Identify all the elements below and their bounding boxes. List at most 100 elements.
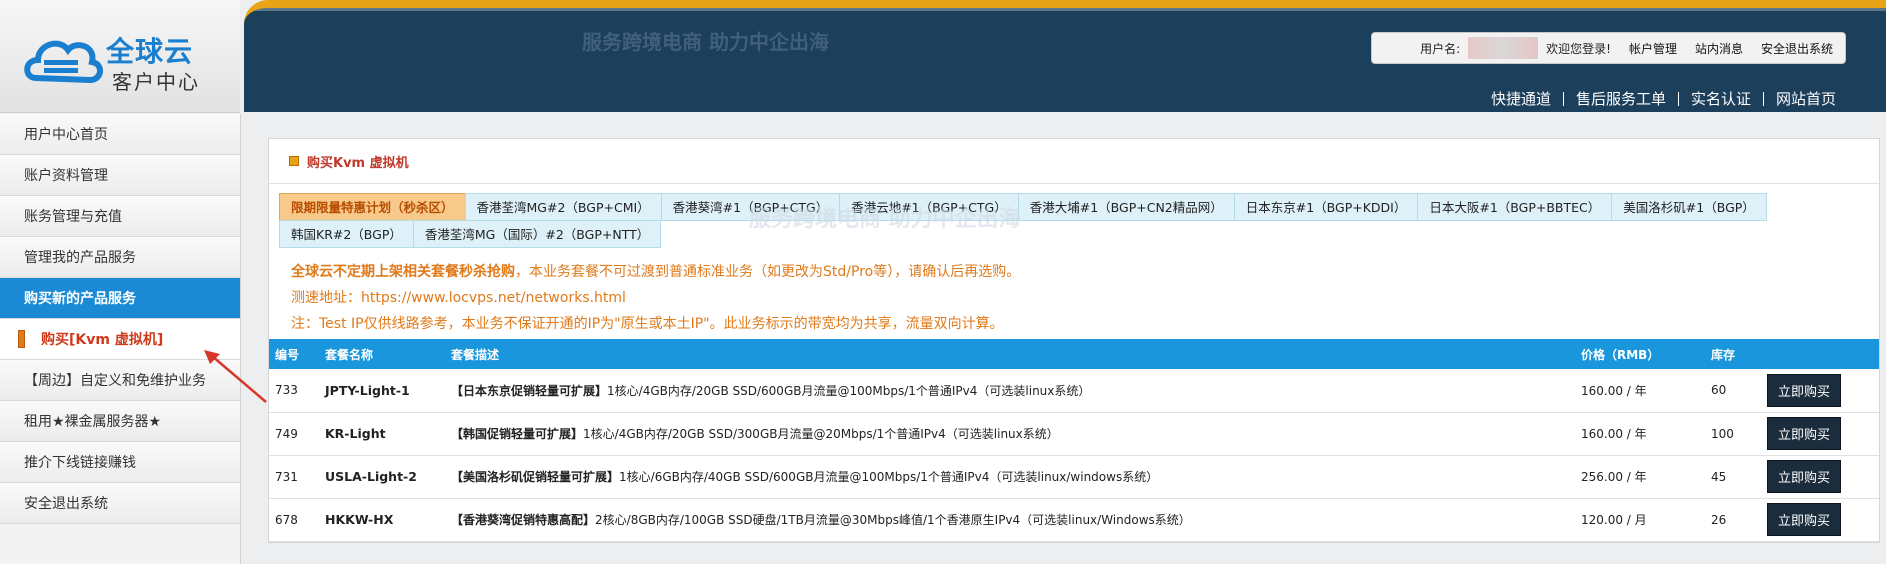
buy-now-button[interactable]: 立即购买 (1767, 460, 1842, 493)
tab-hk-yundi[interactable]: 香港云地#1（BGP+CTG） (839, 193, 1019, 221)
col-plan-name: 套餐名称 (325, 347, 374, 362)
nav-quick-access[interactable]: 快捷通道 (1479, 92, 1564, 107)
username-label: 用户名: (1420, 41, 1461, 56)
cell-description: 【日本东京促销轻量可扩展】1核心/4GB内存/20GB SSD/600GB月流量… (445, 369, 1575, 412)
desc-bold: 【日本东京促销轻量可扩展】 (451, 383, 608, 398)
cloud-logo-icon (24, 40, 103, 84)
sidebar-item-home[interactable]: 用户中心首页 (0, 114, 240, 155)
panel-title: 购买Kvm 虚拟机 (307, 155, 409, 171)
nav-service-ticket[interactable]: 售后服务工单 (1564, 92, 1679, 107)
tab-kr[interactable]: 韩国KR#2（BGP） (279, 220, 414, 248)
cell-id: 733 (275, 383, 298, 398)
buy-now-button[interactable]: 立即购买 (1767, 503, 1842, 536)
tab-flash-sale[interactable]: 限期限量特惠计划（秒杀区） (279, 193, 466, 221)
brand-name: 全球云 (106, 35, 194, 68)
nav-site-home[interactable]: 网站首页 (1764, 92, 1848, 107)
sidebar-item-account-info[interactable]: 账户资料管理 (0, 155, 240, 196)
plans-table: 编号 套餐名称 套餐描述 价格（RMB） 库存 733 JPTY-Light-1… (269, 339, 1879, 542)
tab-hk-kwai-wan[interactable]: 香港葵湾#1（BGP+CTG） (660, 193, 841, 221)
sidebar-item-buy-products[interactable]: 购买新的产品服务 (0, 278, 240, 319)
sidebar-item-referral[interactable]: 推介下线链接赚钱 (0, 442, 240, 483)
cell-description: 【美国洛杉矶促销轻量可扩展】1核心/6GB内存/40GB SSD/600GB月流… (445, 455, 1575, 498)
desc-bold: 【香港葵湾促销特惠高配】 (451, 513, 596, 527)
cell-plan-name: USLA-Light-2 (325, 469, 417, 484)
cell-price: 160.00 / 年 (1581, 383, 1647, 398)
table-row: 678 HKKW-HX 【香港葵湾促销特惠高配】2核心/8GB内存/100GB … (269, 498, 1879, 541)
speedtest-link[interactable]: 测速地址：https://www.locvps.net/networks.htm… (291, 285, 1020, 311)
note-line-3: 注：Test IP仅供线路参考，本业务不保证开通的IP为"原生或本土IP"。此业… (291, 316, 1004, 332)
nav-real-name-auth[interactable]: 实名认证 (1679, 92, 1764, 107)
sidebar-item-label: 管理我的产品服务 (24, 250, 136, 266)
note-rest: ，本业务套餐不可过渡到普通标准业务（如更改为Std/Pro等），请确认后再选购。 (515, 264, 1021, 280)
table-row: 733 JPTY-Light-1 【日本东京促销轻量可扩展】1核心/4GB内存/… (269, 369, 1879, 412)
cell-action: 立即购买 (1761, 412, 1879, 455)
bar-icon (18, 330, 25, 348)
cell-id: 678 (275, 512, 298, 527)
cell-id: 731 (275, 469, 298, 484)
note-line-1: 全球云不定期上架相关套餐秒杀抢购，本业务套餐不可过渡到普通标准业务（如更改为St… (291, 259, 1020, 285)
cell-plan-name: KR-Light (325, 426, 386, 441)
tab-hk-tsuen-wan-mg2[interactable]: 香港荃湾MG#2（BGP+CMI） (464, 193, 662, 221)
sidebar-item-label: 账务管理与充值 (24, 209, 122, 225)
sidebar-item-label: 租用★裸金属服务器★ (24, 414, 162, 430)
sidebar-item-label: 账户资料管理 (24, 168, 108, 184)
tab-hk-tai-po[interactable]: 香港大埔#1（BGP+CN2精品网） (1017, 193, 1235, 221)
sidebar-item-label: 推介下线链接赚钱 (24, 455, 136, 471)
tab-hk-mg-intl[interactable]: 香港荃湾MG（国际）#2（BGP+NTT） (412, 220, 662, 248)
desc-text: 1核心/4GB内存/20GB SSD/300GB月流量@20Mbps/1个普通I… (583, 427, 1059, 441)
cell-stock: 100 (1711, 426, 1734, 441)
sidebar-item-bare-metal[interactable]: 租用★裸金属服务器★ (0, 401, 240, 442)
cell-plan-name: JPTY-Light-1 (325, 382, 410, 398)
title-square-icon (289, 156, 299, 166)
panel-header: 购买Kvm 虚拟机 (269, 139, 1879, 184)
desc-bold: 【美国洛杉矶促销轻量可扩展】 (451, 470, 620, 484)
table-row: 731 USLA-Light-2 【美国洛杉矶促销轻量可扩展】1核心/6GB内存… (269, 455, 1879, 498)
buy-now-button[interactable]: 立即购买 (1767, 373, 1842, 407)
tab-jp-osaka[interactable]: 日本大阪#1（BGP+BBTEC） (1417, 193, 1613, 221)
tab-us-la[interactable]: 美国洛杉矶#1（BGP） (1611, 193, 1767, 221)
desc-text: 1核心/4GB内存/20GB SSD/600GB月流量@100Mbps/1个普通… (607, 383, 1091, 398)
logo-area[interactable]: 全球云 客户中心 (0, 0, 240, 113)
sidebar-item-my-products[interactable]: 管理我的产品服务 (0, 237, 240, 278)
sidebar-item-logout[interactable]: 安全退出系统 (0, 483, 240, 524)
cell-plan-name: HKKW-HX (325, 512, 394, 527)
brand-subtitle: 客户中心 (112, 70, 200, 94)
cell-description: 【香港葵湾促销特惠高配】2核心/8GB内存/100GB SSD硬盘/1TB月流量… (445, 498, 1575, 541)
region-tabs: 限期限量特惠计划（秒杀区） 香港荃湾MG#2（BGP+CMI） 香港葵湾#1（B… (279, 193, 1859, 248)
header-stripe (244, 8, 1886, 11)
cell-action: 立即购买 (1761, 369, 1879, 412)
cell-price: 256.00 / 年 (1581, 470, 1647, 484)
table-header-row: 编号 套餐名称 套餐描述 价格（RMB） 库存 (269, 339, 1879, 369)
account-manage-link[interactable]: 帐户管理 (1629, 40, 1677, 57)
col-stock: 库存 (1711, 347, 1736, 362)
welcome-text: 欢迎您登录! (1546, 41, 1611, 56)
col-price: 价格（RMB） (1581, 347, 1660, 362)
logout-link[interactable]: 安全退出系统 (1761, 40, 1833, 57)
site-messages-link[interactable]: 站内消息 (1695, 40, 1743, 57)
top-header: 服务跨境电商 助力中企出海 用户名: 欢迎您登录! 帐户管理 站内消息 安全退出… (244, 0, 1886, 112)
note-bold: 全球云不定期上架相关套餐秒杀抢购 (291, 264, 515, 280)
watermark-text: 服务跨境电商 助力中企出海 (582, 30, 829, 54)
cell-price: 120.00 / 月 (1581, 513, 1647, 527)
username-value (1468, 37, 1539, 59)
sidebar: 用户中心首页 账户资料管理 账务管理与充值 管理我的产品服务 购买新的产品服务 … (0, 114, 241, 564)
cell-price: 160.00 / 年 (1581, 427, 1647, 441)
cell-stock: 26 (1711, 512, 1727, 527)
buy-now-button[interactable]: 立即购买 (1767, 417, 1842, 450)
desc-bold: 【韩国促销轻量可扩展】 (451, 427, 584, 441)
cell-description: 【韩国促销轻量可扩展】1核心/4GB内存/20GB SSD/300GB月流量@2… (445, 412, 1575, 455)
sidebar-item-billing[interactable]: 账务管理与充值 (0, 196, 240, 237)
sidebar-item-label: 用户中心首页 (24, 127, 108, 143)
top-nav: 快捷通道 售后服务工单 实名认证 网站首页 (1479, 92, 1848, 107)
desc-text: 2核心/8GB内存/100GB SSD硬盘/1TB月流量@30Mbps峰值/1个… (595, 513, 1191, 527)
table-row: 749 KR-Light 【韩国促销轻量可扩展】1核心/4GB内存/20GB S… (269, 412, 1879, 455)
cell-stock: 60 (1711, 383, 1727, 398)
sidebar-item-label: 购买新的产品服务 (24, 291, 136, 307)
cell-id: 749 (275, 426, 298, 441)
annotation-arrow-icon (204, 350, 267, 403)
cell-action: 立即购买 (1761, 455, 1879, 498)
cell-action: 立即购买 (1761, 498, 1879, 541)
sidebar-item-label: 购买[Kvm 虚拟机] (41, 332, 164, 348)
tab-jp-tokyo[interactable]: 日本东京#1（BGP+KDDI） (1233, 193, 1419, 221)
col-description: 套餐描述 (451, 347, 500, 362)
